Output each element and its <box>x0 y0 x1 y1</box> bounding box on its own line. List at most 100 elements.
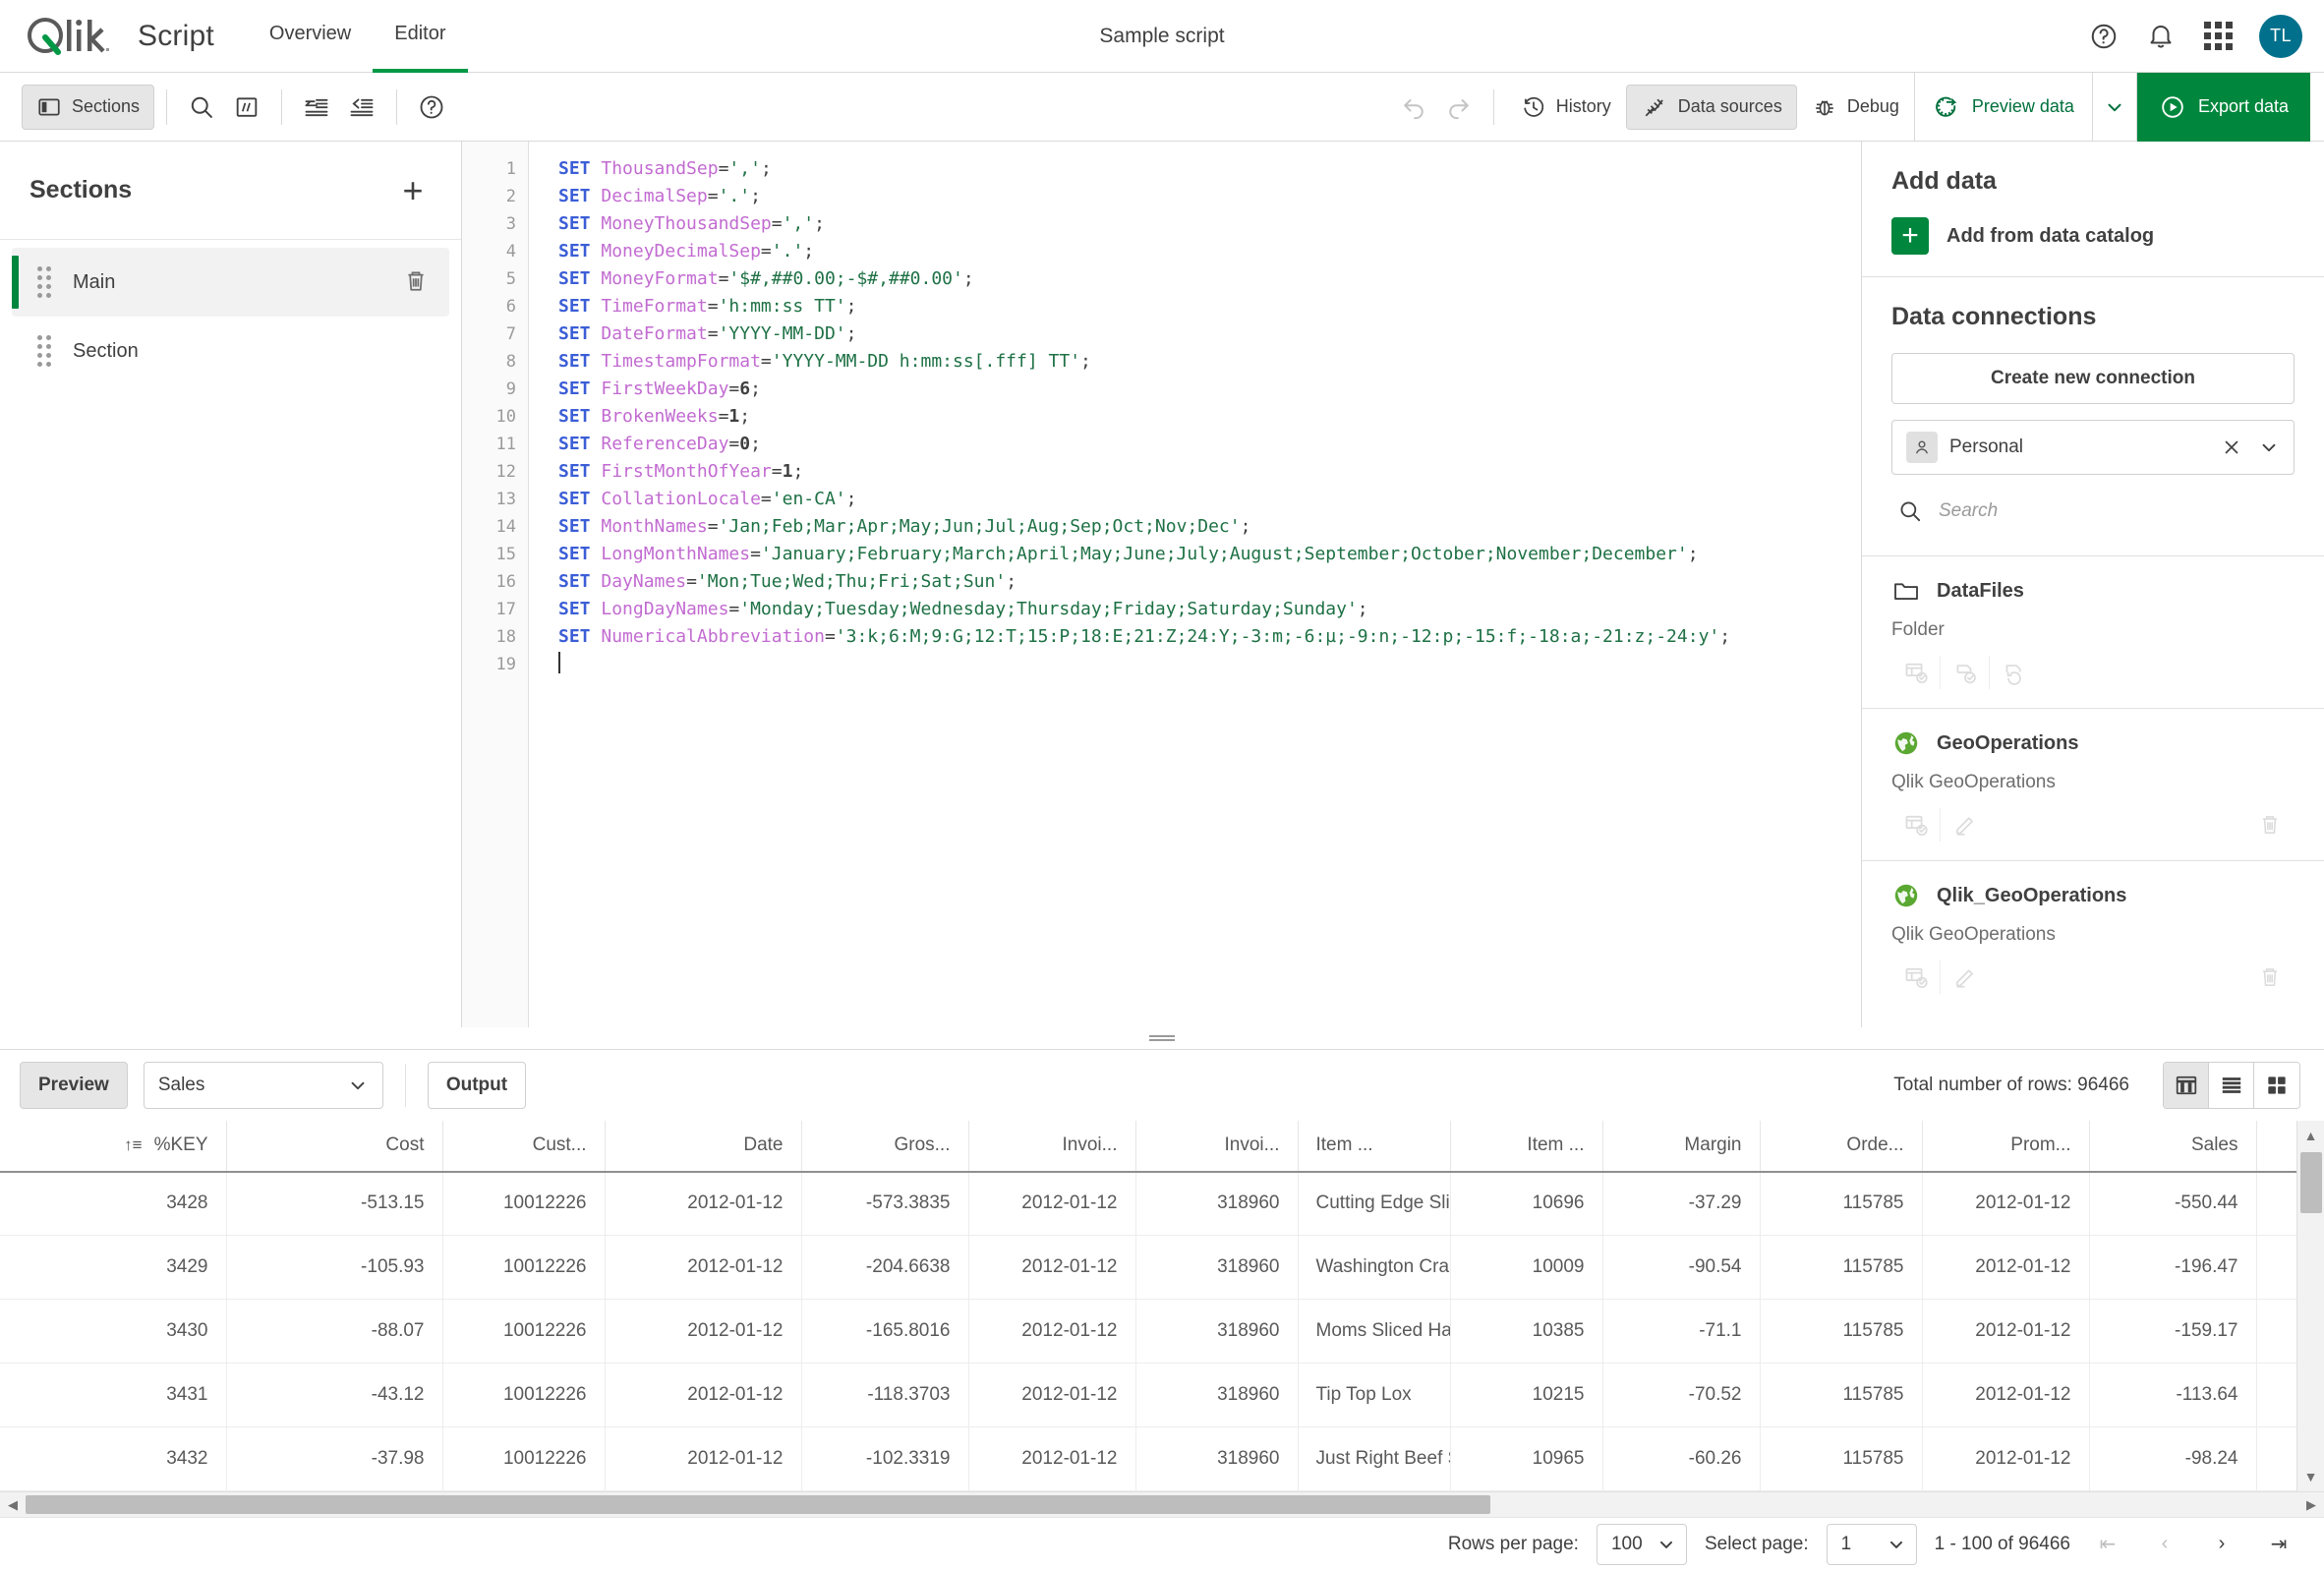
total-rows-label: Total number of rows: 96466 <box>1893 1074 2129 1095</box>
table-column-header[interactable]: Cost <box>226 1120 443 1173</box>
reload-icon[interactable] <box>1990 656 2039 689</box>
close-icon[interactable] <box>2221 436 2242 458</box>
table-column-header[interactable]: Sales... <box>2256 1120 2296 1173</box>
help-circle-icon[interactable] <box>409 85 454 130</box>
table-row[interactable]: 3431 -43.12 10012226 2012-01-12 -118.3703 201… <box>0 1363 2296 1427</box>
prev-page-icon[interactable]: ‹ <box>2145 1525 2184 1564</box>
table-column-header[interactable]: Gros... <box>801 1120 969 1173</box>
code-operator: = <box>707 516 719 537</box>
qlik-logo[interactable] <box>26 16 112 57</box>
preview-table: ↑≡ %KEY Cost Cust... Date Gros... Invoi... Invo… <box>0 1120 2296 1491</box>
table-select[interactable]: Sales <box>143 1061 383 1109</box>
table-column-header[interactable]: Item ... <box>1450 1120 1603 1173</box>
table-column-header[interactable]: Invoi... <box>1135 1120 1299 1173</box>
add-from-data-catalog-button[interactable]: + Add from data catalog <box>1891 217 2295 255</box>
table-column-header[interactable]: Orde... <box>1760 1120 1923 1173</box>
table-row[interactable]: 3432 -37.98 10012226 2012-01-12 -102.3319 201… <box>0 1426 2296 1491</box>
select-page-select[interactable]: 1 <box>1826 1523 1917 1565</box>
table-column-header[interactable]: Invoi... <box>968 1120 1136 1173</box>
connection-item[interactable]: Qlik_GeoOperations Qlik GeoOperations <box>1862 860 2324 1013</box>
list-view-icon[interactable] <box>2209 1062 2254 1108</box>
app-launcher-icon[interactable] <box>2202 21 2234 52</box>
editor-toolbar: Sections History Data sources Debug Prev… <box>0 72 2324 142</box>
output-tab-button[interactable]: Output <box>427 1061 527 1109</box>
connection-item[interactable]: DataFiles Folder <box>1862 555 2324 708</box>
connections-search[interactable] <box>1891 493 2295 534</box>
table-column-header[interactable]: Sales <box>2089 1120 2257 1173</box>
outdent-icon[interactable] <box>339 85 384 130</box>
code-keyword: SET <box>558 213 602 234</box>
horizontal-scroll-thumb[interactable] <box>26 1494 1490 1514</box>
sidebar-item-main[interactable]: Main <box>12 248 449 317</box>
table-row[interactable]: 3430 -88.07 10012226 2012-01-12 -165.8016 201… <box>0 1299 2296 1364</box>
select-data-icon[interactable] <box>1891 656 1941 689</box>
preview-data-button[interactable]: Preview data <box>1913 72 2092 142</box>
last-page-icon[interactable]: ⇥ <box>2259 1525 2298 1564</box>
vertical-scrollbar[interactable]: ▲ ▼ <box>2296 1120 2324 1491</box>
table-row[interactable]: 3428 -513.15 10012226 2012-01-12 -573.3835 20… <box>0 1171 2296 1236</box>
table-column-header[interactable]: Margin <box>1602 1120 1761 1173</box>
space-selector[interactable]: Personal <box>1891 420 2295 475</box>
table-view-icon[interactable] <box>2164 1062 2209 1108</box>
redo-icon[interactable] <box>1436 85 1482 130</box>
edit-icon[interactable] <box>1941 808 1990 842</box>
scroll-up-icon[interactable]: ▲ <box>2297 1121 2324 1150</box>
data-sources-button[interactable]: Data sources <box>1625 84 1797 130</box>
scroll-right-icon[interactable]: ▶ <box>2298 1492 2324 1518</box>
comment-icon[interactable] <box>224 85 269 130</box>
table-cell: Just Right Beef So <box>1298 1426 1451 1491</box>
insert-script-icon[interactable] <box>1941 656 1990 689</box>
add-section-button[interactable]: + <box>394 172 432 209</box>
text-cursor <box>558 652 560 673</box>
debug-button[interactable]: Debug <box>1797 85 1914 130</box>
preview-data-dropdown[interactable] <box>2091 72 2137 142</box>
edit-icon[interactable] <box>1941 960 1990 994</box>
connection-item[interactable]: GeoOperations Qlik GeoOperations <box>1862 708 2324 860</box>
delete-section-icon[interactable] <box>402 267 432 297</box>
drag-handle-icon[interactable] <box>37 266 51 298</box>
table-cell: 3432 <box>0 1426 227 1491</box>
history-button[interactable]: History <box>1506 85 1626 130</box>
sidebar-item-section[interactable]: Section <box>12 317 449 385</box>
table-column-header[interactable]: ↑≡ %KEY <box>0 1120 227 1173</box>
notifications-icon[interactable] <box>2145 21 2177 52</box>
table-column-header[interactable]: Prom... <box>1922 1120 2090 1173</box>
create-new-connection-button[interactable]: Create new connection <box>1891 353 2295 404</box>
code-content[interactable]: SET ThousandSep=','; SET DecimalSep='.'; S… <box>529 142 1861 1027</box>
select-data-icon[interactable] <box>1891 960 1941 994</box>
indent-icon[interactable] <box>294 85 339 130</box>
vertical-scroll-thumb[interactable] <box>2299 1151 2322 1213</box>
nav-item-editor[interactable]: Editor <box>373 0 468 73</box>
code-number: 1 <box>728 406 740 427</box>
search-input[interactable] <box>1937 499 2293 523</box>
preview-tab-button[interactable]: Preview <box>20 1061 128 1109</box>
sections-toggle-button[interactable]: Sections <box>22 84 155 130</box>
line-number: 11 <box>495 435 516 454</box>
nav-item-overview[interactable]: Overview <box>248 0 373 73</box>
search-icon[interactable] <box>179 85 224 130</box>
avatar[interactable]: TL <box>2259 14 2302 58</box>
drag-handle-icon[interactable] <box>37 335 51 367</box>
table-column-header[interactable]: Item ... <box>1298 1120 1451 1173</box>
horizontal-scroll-track[interactable] <box>26 1492 2298 1518</box>
undo-icon[interactable] <box>1391 85 1436 130</box>
first-page-icon[interactable]: ⇤ <box>2088 1525 2127 1564</box>
select-data-icon[interactable] <box>1891 808 1941 842</box>
card-view-icon[interactable] <box>2254 1062 2299 1108</box>
rows-per-page-select[interactable]: 100 <box>1596 1523 1687 1565</box>
table-column-header[interactable]: Cust... <box>442 1120 606 1173</box>
export-data-button[interactable]: Export data <box>2136 72 2310 142</box>
delete-connection-icon[interactable] <box>2245 808 2295 842</box>
table-row[interactable]: 3429 -105.93 10012226 2012-01-12 -204.6638 20… <box>0 1235 2296 1300</box>
horizontal-splitter[interactable] <box>0 1026 2324 1049</box>
chevron-down-icon[interactable] <box>2258 436 2280 458</box>
scroll-down-icon[interactable]: ▼ <box>2297 1462 2324 1491</box>
next-page-icon[interactable]: › <box>2202 1525 2241 1564</box>
preview-toolbar: Preview Sales Output Total number of row… <box>0 1050 2324 1121</box>
table-column-header[interactable]: Date <box>605 1120 802 1173</box>
horizontal-scrollbar[interactable]: ◀ ▶ <box>0 1491 2324 1517</box>
delete-connection-icon[interactable] <box>2245 960 2295 994</box>
help-icon[interactable] <box>2088 21 2120 52</box>
code-editor[interactable]: 1 2 3 4 5 6 7 8 9 10 11 12 13 14 15 16 1 <box>462 142 1862 1027</box>
scroll-left-icon[interactable]: ◀ <box>0 1492 26 1518</box>
